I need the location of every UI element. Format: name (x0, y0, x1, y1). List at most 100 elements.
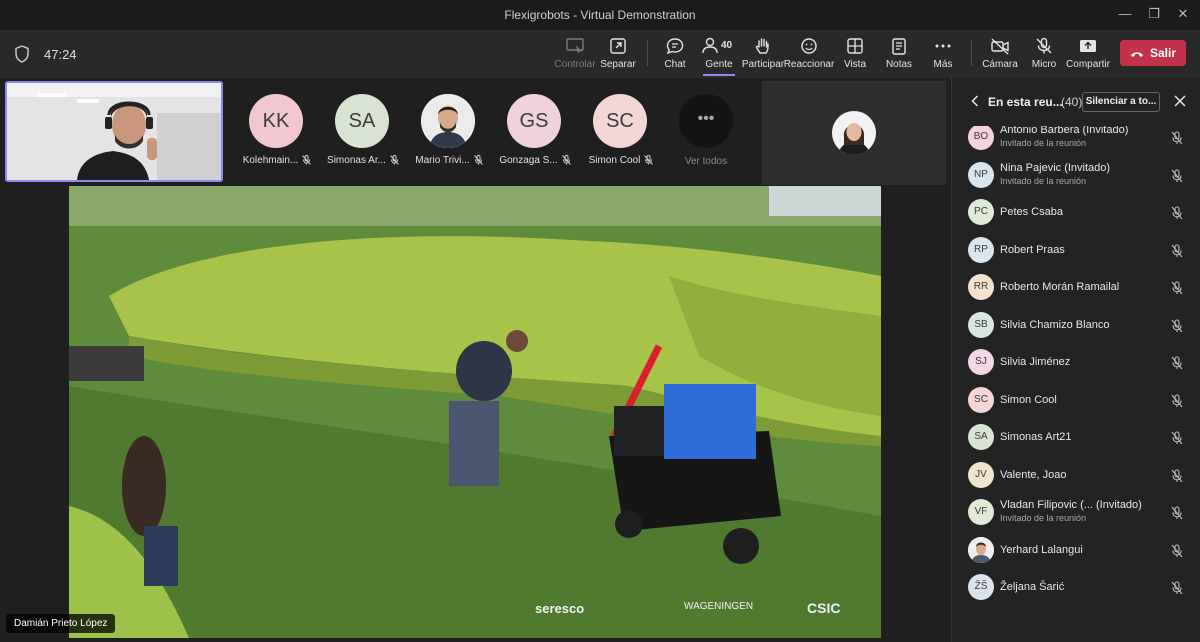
participant-row[interactable]: NP Nina Pajevic (Invitado) Invitado de la … (952, 157, 1200, 194)
participant-name: Simonas Art21 (1000, 431, 1072, 443)
participant-avatar: RR (968, 274, 994, 300)
toolbar-divider (971, 40, 972, 66)
chat-icon (666, 38, 684, 55)
participant-row[interactable]: RR Roberto Morán Ramailal (952, 269, 1200, 306)
participant-name: Silvia Chamizo Blanco (1000, 318, 1110, 331)
chevron-left-icon[interactable] (971, 95, 979, 107)
mic-off-icon (473, 155, 483, 166)
self-video-tile[interactable] (5, 81, 223, 182)
participant-name: Valente, Joao (1000, 468, 1067, 481)
title-bar: Flexigrobots - Virtual Demonstration — ❐… (0, 0, 1200, 30)
more-button[interactable]: Más (917, 37, 969, 70)
window-title: Flexigrobots - Virtual Demonstration (504, 8, 696, 22)
participant-role: Invitado de la reunión (1000, 513, 1087, 523)
participant-name: Petes Csaba (1000, 206, 1063, 218)
mute-all-button[interactable]: Silenciar a to... (1082, 92, 1160, 112)
mic-off-icon[interactable] (1171, 506, 1183, 520)
share-button[interactable]: Compartir (1062, 37, 1114, 70)
raise-hand-button[interactable]: Participar (737, 37, 789, 70)
participant-role: Invitado de la reunión (1000, 175, 1087, 186)
participant-row[interactable]: SJ Silvia Jiménez (952, 344, 1200, 381)
participant-tile-name: Kolehmain... (234, 155, 320, 166)
participant-photo-avatar (968, 536, 994, 563)
participant-avatar: RP (968, 236, 994, 263)
people-count: 40 (721, 40, 733, 51)
mic-off-icon[interactable] (1171, 243, 1183, 258)
minimize-button[interactable]: — (1116, 6, 1134, 22)
react-button[interactable]: Reaccionar (783, 37, 835, 70)
people-icon: 40 (702, 37, 733, 54)
participant-tile-name: Gonzaga S... (492, 155, 578, 166)
participant-avatar[interactable]: SC (593, 94, 647, 148)
meeting-toolbar: 47:24 Controlar Separar Chat 40 Gente Pa… (0, 30, 1200, 78)
participant-row[interactable]: ŽŠ Željana Šarić (952, 569, 1200, 606)
participant-name: Robert Praas (1000, 243, 1065, 256)
mic-off-icon[interactable] (1171, 468, 1183, 483)
participant-name: Roberto Morán Ramailal (1000, 281, 1120, 293)
panel-count: (40) (1061, 95, 1083, 109)
participant-avatar: NP (968, 161, 994, 188)
meeting-timer: 47:24 (44, 47, 77, 62)
self-video-image (7, 83, 221, 180)
participant-row[interactable]: SB Silvia Chamizo Blanco (952, 307, 1200, 344)
participant-tile-name: Mario Trivi... (406, 155, 492, 166)
leave-button[interactable]: Salir (1120, 40, 1186, 66)
participant-name: Željana Šarić (1000, 581, 1065, 593)
participant-role: Invitado de la reunión (1000, 138, 1087, 148)
smiley-icon (801, 38, 817, 54)
mic-off-icon[interactable] (1171, 393, 1183, 408)
participant-avatar: PC (968, 199, 994, 225)
mic-off-icon (561, 155, 571, 166)
raise-hand-icon (755, 38, 769, 54)
participant-row[interactable]: RP Robert Praas (952, 232, 1200, 269)
mic-off-icon[interactable] (1171, 168, 1183, 183)
vineyard-scene: seresco WAGENINGEN CSIC (69, 186, 881, 638)
mic-off-icon (1036, 37, 1052, 54)
toolbar-divider (647, 40, 648, 66)
participant-row[interactable]: JV Valente, Joao (952, 457, 1200, 494)
participant-row[interactable]: VF Vladan Filipovic (... (Invitado) Invita… (952, 494, 1200, 531)
mic-off-icon[interactable] (1171, 356, 1183, 370)
view-grid-icon (847, 38, 863, 54)
participant-row[interactable]: SC Simon Cool (952, 382, 1200, 419)
mic-off-icon[interactable] (1171, 281, 1183, 295)
participant-avatar: JV (968, 461, 994, 488)
participant-row[interactable]: SA Simonas Art21 (952, 419, 1200, 456)
participant-photo-avatar[interactable] (421, 94, 475, 148)
participant-avatar[interactable]: KK (249, 94, 303, 148)
shared-video[interactable]: seresco WAGENINGEN CSIC (69, 186, 881, 638)
participant-avatar: ŽŠ (968, 574, 994, 600)
notes-icon (892, 38, 906, 55)
participant-avatar[interactable]: SA (335, 94, 389, 148)
participant-row[interactable]: Yerhard Lalangui (952, 532, 1200, 569)
participant-avatar[interactable]: GS (507, 94, 561, 148)
participant-list: BO Antonio Barberá (Invitado) Invitado de l… (952, 126, 1200, 642)
mic-off-icon[interactable] (1171, 431, 1183, 445)
participant-row[interactable]: BO Antonio Barberá (Invitado) Invitado de l… (952, 126, 1200, 156)
popout-button[interactable]: Separar (592, 37, 644, 70)
meeting-stage: KK Kolehmain... SA Simonas Ar... Mario T… (0, 78, 951, 642)
see-all-button[interactable]: ••• (679, 94, 733, 148)
participant-name: Vladan Filipovic (... (Invitado) (1000, 499, 1142, 511)
close-window-button[interactable]: ✕ (1174, 6, 1192, 22)
see-all-label: Ver todos (684, 156, 728, 167)
participant-avatar: SJ (968, 349, 994, 375)
mic-off-icon[interactable] (1171, 581, 1183, 595)
mic-off-icon[interactable] (1171, 318, 1183, 333)
participant-name: Simon Cool (1000, 393, 1057, 406)
mic-off-icon[interactable] (1171, 543, 1183, 558)
person-photo (832, 111, 876, 155)
mic-off-icon[interactable] (1171, 131, 1183, 145)
participant-tile-name: Simon Cool (578, 155, 664, 166)
maximize-button[interactable]: ❐ (1145, 6, 1163, 22)
participant-avatar: SB (968, 311, 994, 338)
more-icon: ••• (697, 110, 715, 127)
spotlight-tile[interactable] (762, 81, 946, 185)
shield-icon (15, 45, 29, 63)
wageningen-logo: WAGENINGEN (684, 601, 753, 612)
mic-off-icon (644, 155, 654, 166)
mic-off-icon[interactable] (1171, 206, 1183, 220)
csic-logo: CSIC (807, 600, 840, 616)
close-icon[interactable] (1174, 95, 1186, 107)
participant-row[interactable]: PC Petes Csaba (952, 194, 1200, 231)
